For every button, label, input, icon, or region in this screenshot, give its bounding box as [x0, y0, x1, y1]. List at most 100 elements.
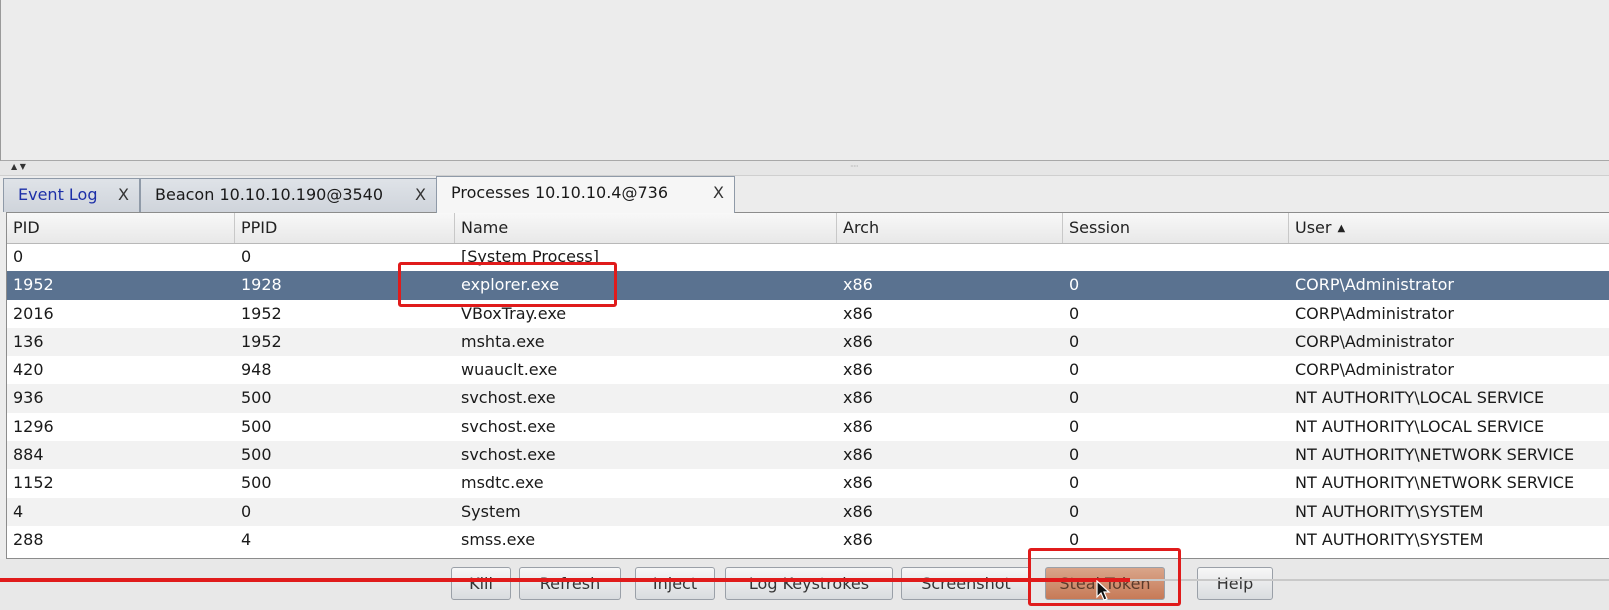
cell-session: 0: [1069, 501, 1080, 521]
cell-arch: x86: [843, 303, 873, 323]
tab-beacon[interactable]: Beacon 10.10.10.190@3540 X: [140, 178, 437, 212]
cell-ppid: 1928: [241, 275, 282, 295]
table-body: 0 0 [System Process] 1952 1928 explorer.exe x8…: [7, 243, 1609, 554]
table-row[interactable]: 936 500 svchost.exe x86 0 NT AUTHORITY\LOCAL …: [7, 384, 1609, 413]
table-row[interactable]: 420 948 wuauclt.exe x86 0 CORP\Administrator: [7, 356, 1609, 384]
refresh-button[interactable]: Refresh: [519, 567, 621, 600]
cell-session: 0: [1069, 275, 1080, 295]
cell-session: 0: [1069, 416, 1080, 436]
help-button[interactable]: Help: [1197, 567, 1273, 600]
cell-ppid: 500: [241, 445, 272, 465]
tab-label: Beacon 10.10.10.190@3540: [155, 185, 384, 204]
splitter-arrows-icon[interactable]: ▲ ▼: [11, 162, 26, 171]
tab-label: Processes 10.10.10.4@736: [451, 183, 669, 202]
cell-user: CORP\Administrator: [1295, 360, 1454, 380]
cell-name: smss.exe: [461, 529, 536, 549]
cell-pid: 1152: [13, 473, 54, 493]
cell-pid: 0: [13, 247, 24, 266]
cell-arch: x86: [843, 445, 873, 465]
cell-ppid: 0: [241, 501, 252, 521]
cell-pid: 936: [13, 388, 44, 408]
pane-splitter[interactable]: ▲ ▼ ·····: [0, 161, 1609, 176]
close-icon[interactable]: X: [118, 179, 129, 211]
cell-session: 0: [1069, 303, 1080, 323]
cell-user: CORP\Administrator: [1295, 303, 1454, 323]
column-header-arch[interactable]: Arch: [837, 213, 1063, 243]
cell-ppid: 1952: [241, 303, 282, 323]
annotation-underline: [0, 578, 1130, 582]
tab-bar: Event Log X Beacon 10.10.10.190@3540 X P…: [0, 176, 1609, 213]
screenshot-button[interactable]: Screenshot: [901, 567, 1031, 600]
table-row[interactable]: 2016 1952 VBoxTray.exe x86 0 CORP\Administrat…: [7, 300, 1609, 328]
table-row[interactable]: 0 0 [System Process]: [7, 243, 1609, 271]
cell-pid: 2016: [13, 303, 54, 323]
kill-button[interactable]: Kill: [451, 567, 511, 600]
cell-name: mshta.exe: [461, 331, 545, 351]
cell-pid: 1952: [13, 275, 54, 295]
cell-ppid: 4: [241, 529, 252, 549]
sort-ascending-icon: ▲: [1337, 223, 1346, 234]
cell-arch: x86: [843, 473, 873, 493]
column-header-session[interactable]: Session: [1063, 213, 1289, 243]
cell-session: 0: [1069, 331, 1080, 351]
mouse-pointer-icon: [1096, 580, 1111, 601]
column-header-ppid[interactable]: PPID: [235, 213, 455, 243]
cell-name: wuauclt.exe: [461, 360, 558, 380]
cell-name: VBoxTray.exe: [461, 303, 567, 323]
cell-name: svchost.exe: [461, 416, 556, 436]
tab-label: Event Log: [18, 185, 98, 204]
table-row[interactable]: 136 1952 mshta.exe x86 0 CORP\Administrator: [7, 327, 1609, 357]
log-keystrokes-button[interactable]: Log Keystrokes: [725, 567, 893, 600]
cell-arch: x86: [843, 416, 873, 436]
cell-name: svchost.exe: [461, 445, 556, 465]
cell-arch: x86: [843, 388, 873, 408]
cell-user: CORP\Administrator: [1295, 275, 1454, 295]
cell-arch: x86: [843, 360, 873, 380]
cell-ppid: 0: [241, 247, 252, 266]
column-header-user[interactable]: User ▲: [1289, 213, 1609, 243]
cell-user: NT AUTHORITY\LOCAL SERVICE: [1295, 416, 1545, 436]
table-row[interactable]: 884 500 svchost.exe x86 0 NT AUTHORITY\NETWOR…: [7, 441, 1609, 470]
cell-session: 0: [1069, 445, 1080, 465]
table-row-selected[interactable]: 1952 1928 explorer.exe x86 0 CORP\Administrat…: [7, 271, 1609, 300]
column-header-pid[interactable]: PID: [7, 213, 235, 243]
cell-ppid: 500: [241, 473, 272, 493]
cell-name: msdtc.exe: [461, 473, 544, 493]
table-header: PID PPID Name Arch Session User ▲: [7, 213, 1609, 244]
cell-user: NT AUTHORITY\SYSTEM: [1295, 501, 1484, 521]
tab-event-log[interactable]: Event Log X: [3, 178, 140, 212]
tab-processes[interactable]: Processes 10.10.10.4@736 X: [436, 176, 735, 213]
table-row[interactable]: 1296 500 svchost.exe x86 0 NT AUTHORITY\LOCAL…: [7, 413, 1609, 441]
divider-line: [1130, 579, 1609, 581]
cell-ppid: 500: [241, 416, 272, 436]
cell-pid: 884: [13, 445, 44, 465]
cell-pid: 4: [13, 501, 24, 521]
cell-ppid: 500: [241, 388, 272, 408]
cell-name: System: [461, 501, 521, 521]
cell-user: NT AUTHORITY\NETWORK SERVICE: [1295, 473, 1575, 493]
splitter-grip-icon[interactable]: ·····: [850, 162, 859, 171]
table-row[interactable]: 288 4 smss.exe x86 0 NT AUTHORITY\SYSTEM: [7, 526, 1609, 554]
cell-name: explorer.exe: [461, 275, 560, 295]
upper-pane: [0, 0, 1609, 161]
cell-user: NT AUTHORITY\NETWORK SERVICE: [1295, 445, 1575, 465]
cell-user: CORP\Administrator: [1295, 331, 1454, 351]
table-row[interactable]: 4 0 System x86 0 NT AUTHORITY\SYSTEM: [7, 497, 1609, 526]
cell-arch: x86: [843, 529, 873, 549]
button-bar: Kill Refresh Inject Log Keystrokes Scree…: [0, 559, 1609, 610]
cell-ppid: 948: [241, 360, 272, 380]
cell-name: svchost.exe: [461, 388, 556, 408]
cell-name: [System Process]: [461, 247, 599, 266]
cell-arch: x86: [843, 331, 873, 351]
table-row[interactable]: 1152 500 msdtc.exe x86 0 NT AUTHORITY\NETWORK…: [7, 469, 1609, 497]
cell-session: 0: [1069, 388, 1080, 408]
close-icon[interactable]: X: [713, 177, 724, 209]
column-header-name[interactable]: Name: [455, 213, 837, 243]
cell-session: 0: [1069, 529, 1080, 549]
cell-arch: x86: [843, 501, 873, 521]
process-table[interactable]: PID PPID Name Arch Session User ▲ 0 0 [Syst…: [6, 212, 1609, 559]
close-icon[interactable]: X: [415, 179, 426, 211]
cell-pid: 288: [13, 529, 44, 549]
inject-button[interactable]: Inject: [635, 567, 715, 600]
cell-pid: 1296: [13, 416, 54, 436]
